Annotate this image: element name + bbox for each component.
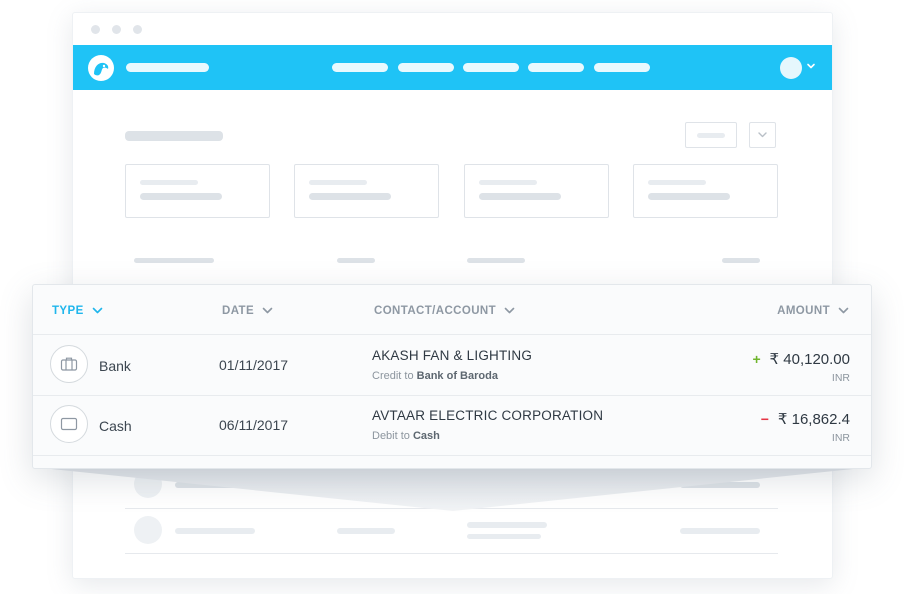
window-controls bbox=[91, 25, 142, 34]
nav-item-placeholder[interactable] bbox=[528, 63, 584, 72]
chevron-down-icon bbox=[504, 307, 515, 314]
dropdown-button-placeholder[interactable] bbox=[749, 122, 776, 148]
currency-code: INR bbox=[831, 432, 850, 444]
contact-name[interactable]: AVTAAR ELECTRIC CORPORATION bbox=[372, 408, 603, 423]
chevron-down-icon bbox=[262, 307, 273, 314]
card-funnel-shape bbox=[32, 467, 872, 511]
nav-item-placeholder[interactable] bbox=[332, 63, 388, 72]
summary-value-placeholder bbox=[479, 193, 561, 200]
account-detail: Debit to Cash bbox=[372, 430, 440, 442]
column-header-label: CONTACT/ACCOUNT bbox=[374, 305, 497, 317]
user-avatar[interactable] bbox=[780, 57, 802, 79]
account-detail: Credit to Bank of Baroda bbox=[372, 370, 498, 382]
nav-item-placeholder[interactable] bbox=[594, 63, 650, 72]
summary-card-placeholder bbox=[125, 164, 270, 218]
column-header-label: DATE bbox=[222, 305, 255, 317]
row-text-placeholder bbox=[175, 528, 255, 534]
summary-card-placeholder bbox=[464, 164, 609, 218]
row-text-placeholder bbox=[467, 522, 547, 528]
window-dot bbox=[112, 25, 121, 34]
summary-label-placeholder bbox=[140, 180, 198, 185]
page-title-placeholder bbox=[125, 131, 223, 141]
contact-name[interactable]: AKASH FAN & LIGHTING bbox=[372, 348, 532, 363]
column-header-label: AMOUNT bbox=[777, 305, 830, 317]
logo-icon[interactable] bbox=[88, 55, 114, 81]
credit-sign: + bbox=[752, 351, 761, 367]
briefcase-icon bbox=[50, 345, 88, 383]
transaction-date: 01/11/2017 bbox=[219, 357, 289, 373]
button-label-placeholder bbox=[697, 133, 725, 138]
column-header-placeholder bbox=[722, 258, 760, 263]
summary-label-placeholder bbox=[648, 180, 706, 185]
row-divider bbox=[125, 553, 778, 554]
column-header-label: TYPE bbox=[52, 305, 84, 317]
row-text-placeholder bbox=[337, 528, 395, 534]
column-header-contact[interactable]: CONTACT/ACCOUNT bbox=[374, 305, 515, 317]
summary-card-placeholder bbox=[633, 164, 778, 218]
chevron-down-icon[interactable] bbox=[806, 61, 816, 71]
table-header: TYPE DATE CONTACT/ACCOUNT AMOUNT bbox=[33, 285, 871, 335]
table-row[interactable]: Bank 01/11/2017 AKASH FAN & LIGHTING Cre… bbox=[33, 335, 871, 396]
row-text-placeholder bbox=[680, 528, 760, 534]
currency-code: INR bbox=[831, 372, 850, 384]
row-text-placeholder bbox=[467, 534, 541, 539]
transaction-amount: + ₹ 40,120.00 bbox=[752, 350, 850, 368]
app-name-placeholder bbox=[126, 63, 209, 72]
amount-value: ₹ 16,862.4 bbox=[777, 411, 850, 428]
row-icon-placeholder bbox=[134, 516, 162, 544]
nav-item-placeholder[interactable] bbox=[463, 63, 519, 72]
transaction-type: Bank bbox=[99, 358, 131, 374]
summary-value-placeholder bbox=[309, 193, 391, 200]
summary-value-placeholder bbox=[140, 193, 222, 200]
column-header-amount[interactable]: AMOUNT bbox=[777, 305, 849, 317]
action-button-placeholder[interactable] bbox=[685, 122, 737, 148]
transaction-direction: Credit to bbox=[372, 370, 414, 382]
summary-label-placeholder bbox=[479, 180, 537, 185]
transaction-date: 06/11/2017 bbox=[219, 417, 289, 433]
transaction-direction: Debit to bbox=[372, 430, 410, 442]
transaction-amount: − ₹ 16,862.4 bbox=[760, 410, 850, 428]
debit-sign: − bbox=[760, 411, 769, 427]
transactions-card: TYPE DATE CONTACT/ACCOUNT AMOUNT Bank 01… bbox=[32, 284, 872, 469]
column-header-placeholder bbox=[134, 258, 214, 263]
column-header-placeholder bbox=[337, 258, 375, 263]
window-dot bbox=[133, 25, 142, 34]
window-dot bbox=[91, 25, 100, 34]
summary-value-placeholder bbox=[648, 193, 730, 200]
stage: TYPE DATE CONTACT/ACCOUNT AMOUNT Bank 01… bbox=[0, 0, 904, 594]
column-header-date[interactable]: DATE bbox=[222, 305, 273, 317]
account-name: Cash bbox=[412, 430, 440, 442]
app-header-bar bbox=[73, 45, 832, 90]
cash-icon bbox=[50, 405, 88, 443]
transaction-type: Cash bbox=[99, 418, 132, 434]
nav-item-placeholder[interactable] bbox=[398, 63, 454, 72]
chevron-down-icon bbox=[758, 132, 767, 138]
chevron-down-icon bbox=[838, 307, 849, 314]
column-header-placeholder bbox=[467, 258, 525, 263]
chevron-down-icon bbox=[92, 307, 102, 314]
amount-value: ₹ 40,120.00 bbox=[769, 351, 850, 368]
account-name: Bank of Baroda bbox=[416, 370, 498, 382]
column-header-type[interactable]: TYPE bbox=[52, 305, 103, 317]
table-row[interactable]: Cash 06/11/2017 AVTAAR ELECTRIC CORPORAT… bbox=[33, 395, 871, 456]
summary-label-placeholder bbox=[309, 180, 367, 185]
summary-card-placeholder bbox=[294, 164, 439, 218]
